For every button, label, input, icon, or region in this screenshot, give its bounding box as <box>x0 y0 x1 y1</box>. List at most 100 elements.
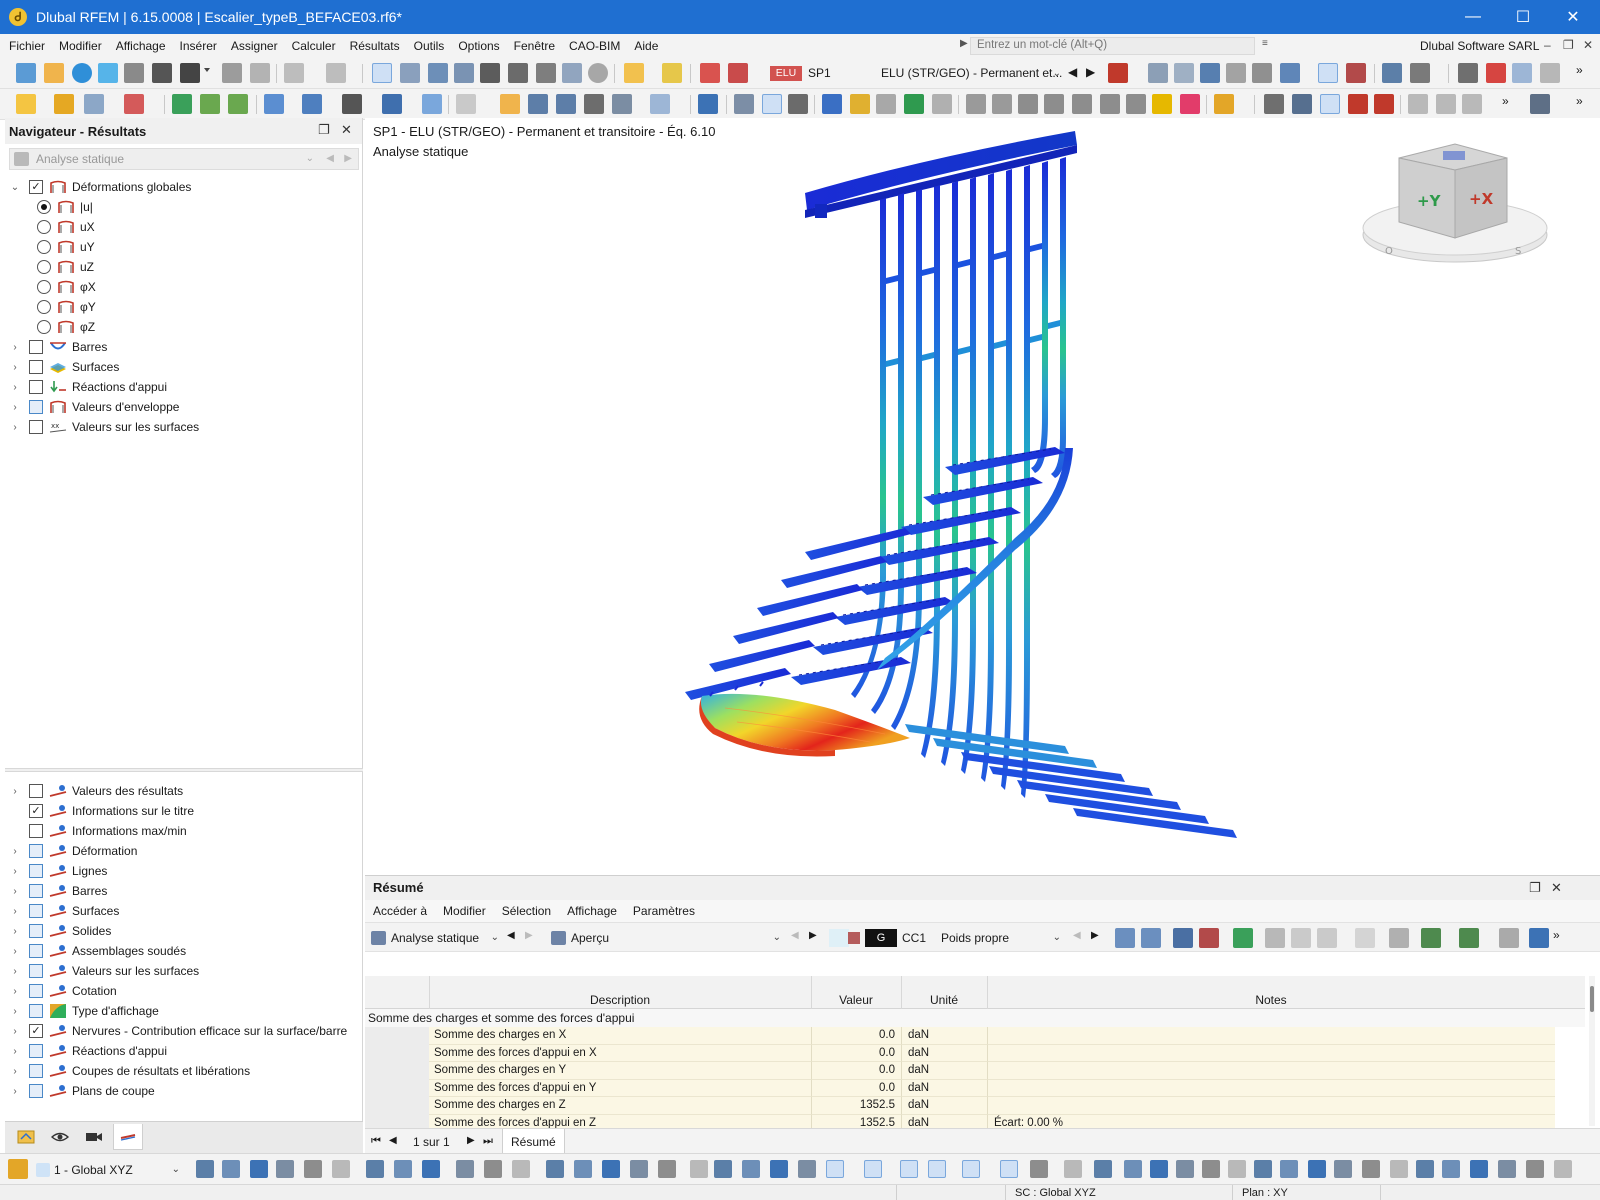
radio-button[interactable] <box>37 280 51 294</box>
member-icon[interactable] <box>512 1160 530 1178</box>
display-tree-item[interactable]: › Barres <box>9 881 107 901</box>
table-scrollbar[interactable] <box>1589 976 1595 1126</box>
summary-menu-selection[interactable]: Sélection <box>494 904 559 918</box>
checkbox[interactable] <box>29 380 43 394</box>
checkbox[interactable] <box>29 864 43 878</box>
unit-cell[interactable]: daN <box>901 1097 987 1115</box>
display-tree-item[interactable]: › Surfaces <box>9 901 119 921</box>
expand-icon[interactable]: › <box>9 362 21 373</box>
checkbox[interactable] <box>29 964 43 978</box>
checkbox[interactable] <box>29 924 43 938</box>
check-icon[interactable] <box>1126 94 1146 114</box>
table-row[interactable]: Somme des forces d'appui en X 0.0 daN <box>365 1044 1585 1062</box>
next-combination-icon[interactable]: ▶ <box>1086 65 1098 85</box>
move-view-icon[interactable] <box>222 1160 240 1178</box>
summary-analysis-select[interactable]: Analyse statique ⌄ <box>367 928 503 948</box>
row-index-cell[interactable] <box>365 1062 429 1080</box>
toolbar-overflow-icon[interactable]: » <box>1502 94 1516 114</box>
mdi-minimize-button[interactable]: – <box>1544 38 1551 52</box>
animation-icon[interactable] <box>788 94 808 114</box>
load-case-select[interactable]: Poids propre ⌄ <box>935 928 1065 948</box>
search-expand-icon[interactable]: ▶ <box>960 38 968 49</box>
measure-icon[interactable] <box>602 1160 620 1178</box>
next-icon[interactable]: ▶ <box>809 930 817 941</box>
toolbar-overflow-icon[interactable]: » <box>1553 928 1567 948</box>
menu-modifier[interactable]: Modifier <box>52 39 109 53</box>
script-icon[interactable] <box>508 63 528 83</box>
previous-combination-icon[interactable]: ◀ <box>1068 65 1080 85</box>
column-header-description[interactable]: Description <box>429 993 811 1007</box>
checkbox[interactable] <box>29 1064 43 1078</box>
member-diagram-icon[interactable] <box>822 94 842 114</box>
menu-fichier[interactable]: Fichier <box>0 39 52 53</box>
grid-dimension-icon[interactable] <box>556 94 576 114</box>
select-icon[interactable] <box>196 1160 214 1178</box>
toolbar-overflow-icon[interactable]: » <box>1576 94 1590 114</box>
tree-item-valeurs-enveloppe[interactable]: › Valeurs d'enveloppe <box>9 397 179 417</box>
checkbox[interactable] <box>29 904 43 918</box>
value-cell[interactable]: 0.0 <box>811 1079 901 1097</box>
tab-results[interactable] <box>113 1124 143 1150</box>
checkbox[interactable] <box>29 400 43 414</box>
undock-icon[interactable]: ❐ <box>318 122 330 138</box>
value-cell[interactable]: 0.0 <box>811 1062 901 1080</box>
visibility-icon[interactable] <box>1436 94 1456 114</box>
table-import-icon[interactable] <box>1291 928 1311 948</box>
collapse-icon[interactable]: ⌄ <box>9 182 21 193</box>
guide-icon[interactable] <box>1526 1160 1544 1178</box>
column-header-unit[interactable]: Unité <box>901 993 987 1007</box>
view-settings-icon[interactable] <box>1292 94 1312 114</box>
new-model-icon[interactable] <box>16 63 36 83</box>
node-icon[interactable] <box>484 1160 502 1178</box>
columns-icon[interactable] <box>1389 928 1409 948</box>
next-icon[interactable]: ▶ <box>525 930 533 941</box>
previous-page-icon[interactable]: ◀ <box>389 1135 397 1146</box>
tree-item-u-total[interactable]: |u| <box>29 197 93 217</box>
surface-support-icon[interactable] <box>228 94 248 114</box>
jump-to-icon[interactable] <box>1115 928 1135 948</box>
highlight-icon[interactable] <box>1152 94 1172 114</box>
display-tree-item[interactable]: › Déformation <box>9 841 137 861</box>
expand-icon[interactable]: › <box>9 926 21 937</box>
description-cell[interactable]: Somme des charges en X <box>429 1027 811 1045</box>
tree-item-uy[interactable]: uY <box>29 237 95 257</box>
row-index-cell[interactable] <box>365 1044 429 1062</box>
combination-wizard-icon[interactable] <box>728 63 748 83</box>
design-icon[interactable] <box>1100 94 1120 114</box>
line-icon[interactable] <box>630 1160 648 1178</box>
show-members-icon[interactable] <box>1174 63 1194 83</box>
unit-cell[interactable]: daN <box>901 1079 987 1097</box>
display-tree-item[interactable]: › Assemblages soudés <box>9 941 186 961</box>
radio-button[interactable] <box>37 240 51 254</box>
expand-icon[interactable]: › <box>9 1006 21 1017</box>
radio-button[interactable] <box>37 320 51 334</box>
minimize-button[interactable]: — <box>1448 0 1498 34</box>
maximize-button[interactable]: ☐ <box>1498 0 1548 34</box>
tangent-icon[interactable] <box>798 1160 816 1178</box>
expand-icon[interactable]: › <box>9 906 21 917</box>
ruler-icon[interactable] <box>1410 63 1430 83</box>
select-in-model-icon[interactable] <box>1141 928 1161 948</box>
new-node-icon[interactable] <box>16 94 36 114</box>
tree-item-valeurs-surfaces[interactable]: › xx Valeurs sur les surfaces <box>9 417 199 437</box>
tree-item-phix[interactable]: φX <box>29 277 96 297</box>
checkbox[interactable] <box>29 1044 43 1058</box>
description-cell[interactable]: Somme des charges en Y <box>429 1062 811 1080</box>
value-cell[interactable]: 0.0 <box>811 1044 901 1062</box>
intersect-icon[interactable] <box>584 94 604 114</box>
radio-button[interactable] <box>37 300 51 314</box>
expand-icon[interactable]: › <box>9 866 21 877</box>
menu-aide[interactable]: Aide <box>627 39 665 53</box>
checkbox[interactable] <box>29 360 43 374</box>
expand-icon[interactable]: › <box>9 966 21 977</box>
menu-options[interactable]: Options <box>451 39 506 53</box>
description-cell[interactable]: Somme des forces d'appui en Y <box>429 1079 811 1097</box>
osnap-icon[interactable] <box>928 1160 946 1178</box>
checkbox[interactable] <box>29 984 43 998</box>
section-icon[interactable] <box>1382 63 1402 83</box>
snap-perpendicular-icon[interactable] <box>1176 1160 1194 1178</box>
hierarchy-icon[interactable] <box>1233 928 1253 948</box>
section-view-icon[interactable] <box>394 1160 412 1178</box>
deformation-display-icon[interactable] <box>762 94 782 114</box>
tree-item-deformations-globales[interactable]: ⌄ ✓ Déformations globales <box>9 177 191 197</box>
